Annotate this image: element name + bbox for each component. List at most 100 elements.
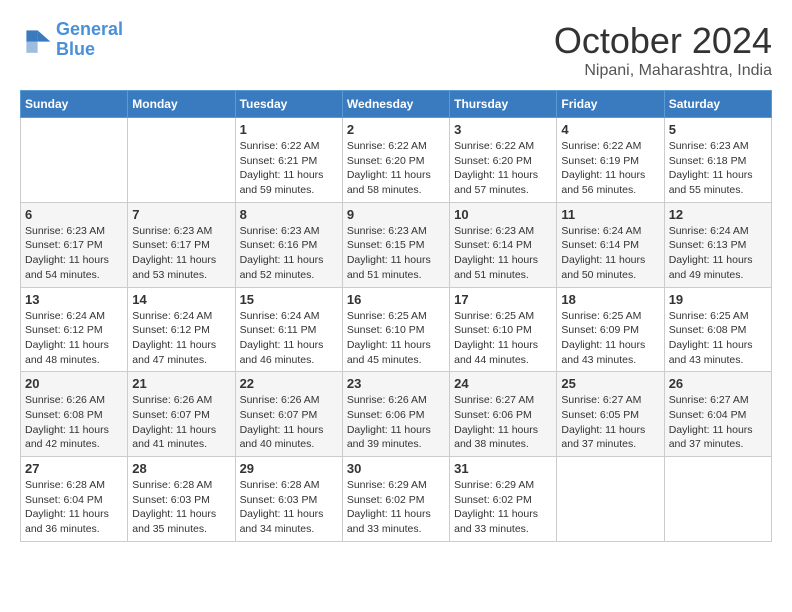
logo-line1: General xyxy=(56,19,123,39)
day-info: Sunrise: 6:23 AMSunset: 6:14 PMDaylight:… xyxy=(454,224,552,283)
day-number: 22 xyxy=(240,376,338,391)
calendar-cell xyxy=(664,457,771,542)
calendar-cell: 27 Sunrise: 6:28 AMSunset: 6:04 PMDaylig… xyxy=(21,457,128,542)
day-number: 13 xyxy=(25,292,123,307)
day-info: Sunrise: 6:23 AMSunset: 6:17 PMDaylight:… xyxy=(132,224,230,283)
weekday-header: Wednesday xyxy=(342,91,449,118)
calendar-cell: 9 Sunrise: 6:23 AMSunset: 6:15 PMDayligh… xyxy=(342,202,449,287)
weekday-header: Sunday xyxy=(21,91,128,118)
day-number: 14 xyxy=(132,292,230,307)
title-block: October 2024 Nipani, Maharashtra, India xyxy=(554,20,772,80)
calendar-cell: 15 Sunrise: 6:24 AMSunset: 6:11 PMDaylig… xyxy=(235,287,342,372)
day-number: 8 xyxy=(240,207,338,222)
calendar-cell: 5 Sunrise: 6:23 AMSunset: 6:18 PMDayligh… xyxy=(664,118,771,203)
day-info: Sunrise: 6:27 AMSunset: 6:05 PMDaylight:… xyxy=(561,393,659,452)
calendar-cell: 26 Sunrise: 6:27 AMSunset: 6:04 PMDaylig… xyxy=(664,372,771,457)
calendar-cell: 16 Sunrise: 6:25 AMSunset: 6:10 PMDaylig… xyxy=(342,287,449,372)
calendar-cell: 22 Sunrise: 6:26 AMSunset: 6:07 PMDaylig… xyxy=(235,372,342,457)
day-info: Sunrise: 6:25 AMSunset: 6:08 PMDaylight:… xyxy=(669,309,767,368)
calendar-cell: 8 Sunrise: 6:23 AMSunset: 6:16 PMDayligh… xyxy=(235,202,342,287)
weekday-header: Tuesday xyxy=(235,91,342,118)
day-number: 29 xyxy=(240,461,338,476)
day-info: Sunrise: 6:25 AMSunset: 6:10 PMDaylight:… xyxy=(454,309,552,368)
calendar-cell xyxy=(21,118,128,203)
day-number: 18 xyxy=(561,292,659,307)
day-number: 21 xyxy=(132,376,230,391)
day-number: 30 xyxy=(347,461,445,476)
day-number: 6 xyxy=(25,207,123,222)
day-info: Sunrise: 6:29 AMSunset: 6:02 PMDaylight:… xyxy=(347,478,445,537)
day-info: Sunrise: 6:26 AMSunset: 6:07 PMDaylight:… xyxy=(240,393,338,452)
calendar-cell: 14 Sunrise: 6:24 AMSunset: 6:12 PMDaylig… xyxy=(128,287,235,372)
calendar-cell: 19 Sunrise: 6:25 AMSunset: 6:08 PMDaylig… xyxy=(664,287,771,372)
day-info: Sunrise: 6:28 AMSunset: 6:03 PMDaylight:… xyxy=(240,478,338,537)
day-number: 25 xyxy=(561,376,659,391)
day-info: Sunrise: 6:24 AMSunset: 6:11 PMDaylight:… xyxy=(240,309,338,368)
calendar-cell: 6 Sunrise: 6:23 AMSunset: 6:17 PMDayligh… xyxy=(21,202,128,287)
location-title: Nipani, Maharashtra, India xyxy=(554,62,772,80)
day-number: 7 xyxy=(132,207,230,222)
calendar-cell: 18 Sunrise: 6:25 AMSunset: 6:09 PMDaylig… xyxy=(557,287,664,372)
day-number: 5 xyxy=(669,122,767,137)
day-info: Sunrise: 6:22 AMSunset: 6:20 PMDaylight:… xyxy=(454,139,552,198)
logo: General Blue xyxy=(20,20,123,60)
weekday-header: Thursday xyxy=(450,91,557,118)
day-info: Sunrise: 6:26 AMSunset: 6:06 PMDaylight:… xyxy=(347,393,445,452)
calendar-cell: 20 Sunrise: 6:26 AMSunset: 6:08 PMDaylig… xyxy=(21,372,128,457)
calendar-table: SundayMondayTuesdayWednesdayThursdayFrid… xyxy=(20,90,772,542)
day-number: 11 xyxy=(561,207,659,222)
weekday-header: Friday xyxy=(557,91,664,118)
day-number: 1 xyxy=(240,122,338,137)
calendar-cell xyxy=(557,457,664,542)
calendar-cell: 4 Sunrise: 6:22 AMSunset: 6:19 PMDayligh… xyxy=(557,118,664,203)
day-info: Sunrise: 6:27 AMSunset: 6:04 PMDaylight:… xyxy=(669,393,767,452)
day-number: 16 xyxy=(347,292,445,307)
calendar-cell: 10 Sunrise: 6:23 AMSunset: 6:14 PMDaylig… xyxy=(450,202,557,287)
day-info: Sunrise: 6:26 AMSunset: 6:07 PMDaylight:… xyxy=(132,393,230,452)
calendar-cell: 23 Sunrise: 6:26 AMSunset: 6:06 PMDaylig… xyxy=(342,372,449,457)
calendar-cell: 1 Sunrise: 6:22 AMSunset: 6:21 PMDayligh… xyxy=(235,118,342,203)
day-info: Sunrise: 6:29 AMSunset: 6:02 PMDaylight:… xyxy=(454,478,552,537)
day-number: 24 xyxy=(454,376,552,391)
calendar-cell: 29 Sunrise: 6:28 AMSunset: 6:03 PMDaylig… xyxy=(235,457,342,542)
day-info: Sunrise: 6:23 AMSunset: 6:18 PMDaylight:… xyxy=(669,139,767,198)
day-info: Sunrise: 6:27 AMSunset: 6:06 PMDaylight:… xyxy=(454,393,552,452)
page-header: General Blue October 2024 Nipani, Mahara… xyxy=(20,20,772,80)
day-number: 27 xyxy=(25,461,123,476)
day-number: 23 xyxy=(347,376,445,391)
day-info: Sunrise: 6:25 AMSunset: 6:10 PMDaylight:… xyxy=(347,309,445,368)
day-info: Sunrise: 6:24 AMSunset: 6:12 PMDaylight:… xyxy=(25,309,123,368)
day-number: 10 xyxy=(454,207,552,222)
calendar-cell: 28 Sunrise: 6:28 AMSunset: 6:03 PMDaylig… xyxy=(128,457,235,542)
day-info: Sunrise: 6:28 AMSunset: 6:04 PMDaylight:… xyxy=(25,478,123,537)
calendar-cell: 2 Sunrise: 6:22 AMSunset: 6:20 PMDayligh… xyxy=(342,118,449,203)
logo-line2: Blue xyxy=(56,39,95,59)
day-number: 28 xyxy=(132,461,230,476)
day-number: 4 xyxy=(561,122,659,137)
day-number: 20 xyxy=(25,376,123,391)
weekday-header: Monday xyxy=(128,91,235,118)
calendar-cell xyxy=(128,118,235,203)
calendar-cell: 12 Sunrise: 6:24 AMSunset: 6:13 PMDaylig… xyxy=(664,202,771,287)
day-info: Sunrise: 6:22 AMSunset: 6:19 PMDaylight:… xyxy=(561,139,659,198)
day-number: 2 xyxy=(347,122,445,137)
day-number: 9 xyxy=(347,207,445,222)
day-number: 15 xyxy=(240,292,338,307)
weekday-header: Saturday xyxy=(664,91,771,118)
day-info: Sunrise: 6:23 AMSunset: 6:17 PMDaylight:… xyxy=(25,224,123,283)
day-number: 26 xyxy=(669,376,767,391)
calendar-cell: 25 Sunrise: 6:27 AMSunset: 6:05 PMDaylig… xyxy=(557,372,664,457)
calendar-cell: 24 Sunrise: 6:27 AMSunset: 6:06 PMDaylig… xyxy=(450,372,557,457)
logo-icon xyxy=(20,24,52,56)
calendar-cell: 13 Sunrise: 6:24 AMSunset: 6:12 PMDaylig… xyxy=(21,287,128,372)
day-number: 12 xyxy=(669,207,767,222)
day-number: 19 xyxy=(669,292,767,307)
day-info: Sunrise: 6:24 AMSunset: 6:12 PMDaylight:… xyxy=(132,309,230,368)
calendar-cell: 17 Sunrise: 6:25 AMSunset: 6:10 PMDaylig… xyxy=(450,287,557,372)
calendar-cell: 7 Sunrise: 6:23 AMSunset: 6:17 PMDayligh… xyxy=(128,202,235,287)
calendar-cell: 21 Sunrise: 6:26 AMSunset: 6:07 PMDaylig… xyxy=(128,372,235,457)
calendar-cell: 11 Sunrise: 6:24 AMSunset: 6:14 PMDaylig… xyxy=(557,202,664,287)
day-info: Sunrise: 6:24 AMSunset: 6:13 PMDaylight:… xyxy=(669,224,767,283)
logo-text: General Blue xyxy=(56,20,123,60)
calendar-cell: 30 Sunrise: 6:29 AMSunset: 6:02 PMDaylig… xyxy=(342,457,449,542)
